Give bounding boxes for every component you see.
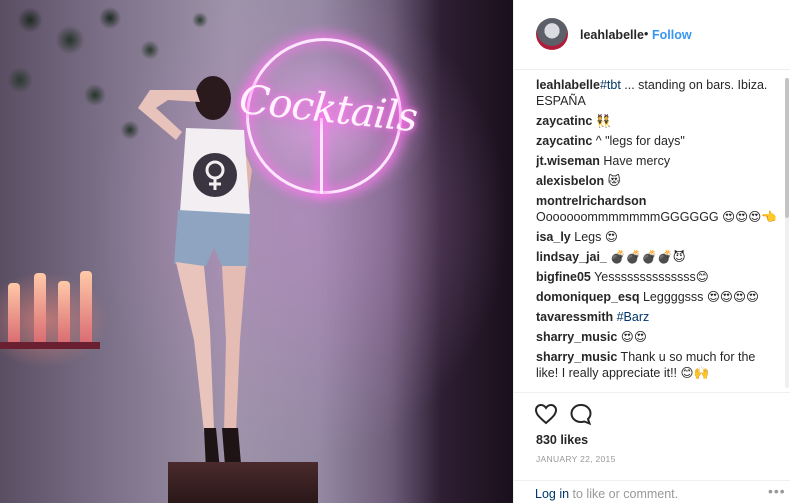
comment-username[interactable]: lindsay_jai_ <box>536 250 607 264</box>
post-footer: Log in to like or comment. ••• <box>514 480 790 503</box>
comment-item: sharry_music 😍😍 <box>536 329 781 345</box>
bar-counter <box>168 462 318 503</box>
likes-count[interactable]: 830 likes <box>536 433 588 447</box>
comment-username[interactable]: domoniquep_esq <box>536 290 639 304</box>
post-photo[interactable]: Cocktails <box>0 0 513 503</box>
comment-item: jt.wiseman Have mercy <box>536 153 781 169</box>
hashtag-link[interactable]: #tbt <box>600 78 621 92</box>
comment-text: 💣💣💣💣😈 <box>606 250 686 264</box>
comment-text: 😍😍 <box>617 330 647 344</box>
comment-text: 😻 <box>604 174 621 188</box>
comment-text: Leggggsss 😍😍😍😍 <box>639 290 760 304</box>
comment-username[interactable]: tavaressmith <box>536 310 613 324</box>
comment-text: OoooooommmmmmmGGGGGG 😍😍😍👈 <box>536 210 777 224</box>
comment-username[interactable]: leahlabelle <box>536 78 600 92</box>
comments-scrollbar[interactable] <box>785 78 789 388</box>
post-date[interactable]: JANUARY 22, 2015 <box>536 454 616 464</box>
header-separator: • <box>644 27 649 41</box>
comment-item: sharry_music Thank u so much for the lik… <box>536 349 781 381</box>
comment-username[interactable]: alexisbelon <box>536 174 604 188</box>
header-username[interactable]: leahlabelle <box>580 28 644 42</box>
post-actions: 830 likes JANUARY 22, 2015 <box>514 392 790 472</box>
comment-username[interactable]: sharry_music <box>536 330 617 344</box>
comment-text: Yessssssssssssss😊 <box>590 270 709 284</box>
comment-text: Have mercy <box>599 154 671 168</box>
comment-username[interactable]: montrelrichardson <box>536 194 646 208</box>
comment-item: tavaressmith #Barz <box>536 309 781 325</box>
post-side-panel: leahlabelle • Follow leahlabelle#tbt ...… <box>513 0 790 503</box>
avatar[interactable] <box>536 18 568 50</box>
heart-icon[interactable] <box>534 403 558 425</box>
login-prompt: Log in to like or comment. <box>535 487 678 501</box>
person-silhouette <box>138 76 252 478</box>
login-prompt-text: to like or comment. <box>569 487 679 501</box>
login-link[interactable]: Log in <box>535 487 569 501</box>
comment-text: ^ "legs for days" <box>592 134 685 148</box>
post-header: leahlabelle • Follow <box>514 0 790 70</box>
follow-button[interactable]: Follow <box>652 28 692 42</box>
comment-username[interactable]: zaycatinc <box>536 114 592 128</box>
comments-list: leahlabelle#tbt ... standing on bars. Ib… <box>536 77 781 389</box>
comment-username[interactable]: bigfine05 <box>536 270 591 284</box>
comment-item: lindsay_jai_ 💣💣💣💣😈 <box>536 249 781 265</box>
hashtag-link[interactable]: #Barz <box>613 310 650 324</box>
comment-bubble-icon[interactable] <box>569 403 593 425</box>
comment-username[interactable]: sharry_music <box>536 350 617 364</box>
comment-item: alexisbelon 😻 <box>536 173 781 189</box>
comment-item: zaycatinc ^ "legs for days" <box>536 133 781 149</box>
comment-text: 👯 <box>592 114 612 128</box>
more-options-icon[interactable]: ••• <box>768 483 786 499</box>
comment-username[interactable]: isa_ly <box>536 230 571 244</box>
comment-item: isa_ly Legs 😍 <box>536 229 781 245</box>
comment-item: zaycatinc 👯 <box>536 113 781 129</box>
comment-item: bigfine05 Yessssssssssssss😊 <box>536 269 781 285</box>
comment-item: montrelrichardson OoooooommmmmmmGGGGGG 😍… <box>536 193 781 225</box>
comment-username[interactable]: zaycatinc <box>536 134 592 148</box>
comment-item: domoniquep_esq Leggggsss 😍😍😍😍 <box>536 289 781 305</box>
comment-username[interactable]: jt.wiseman <box>536 154 600 168</box>
comment-item: leahlabelle#tbt ... standing on bars. Ib… <box>536 77 781 109</box>
scrollbar-thumb[interactable] <box>785 78 789 218</box>
comment-text: Legs 😍 <box>570 230 618 244</box>
